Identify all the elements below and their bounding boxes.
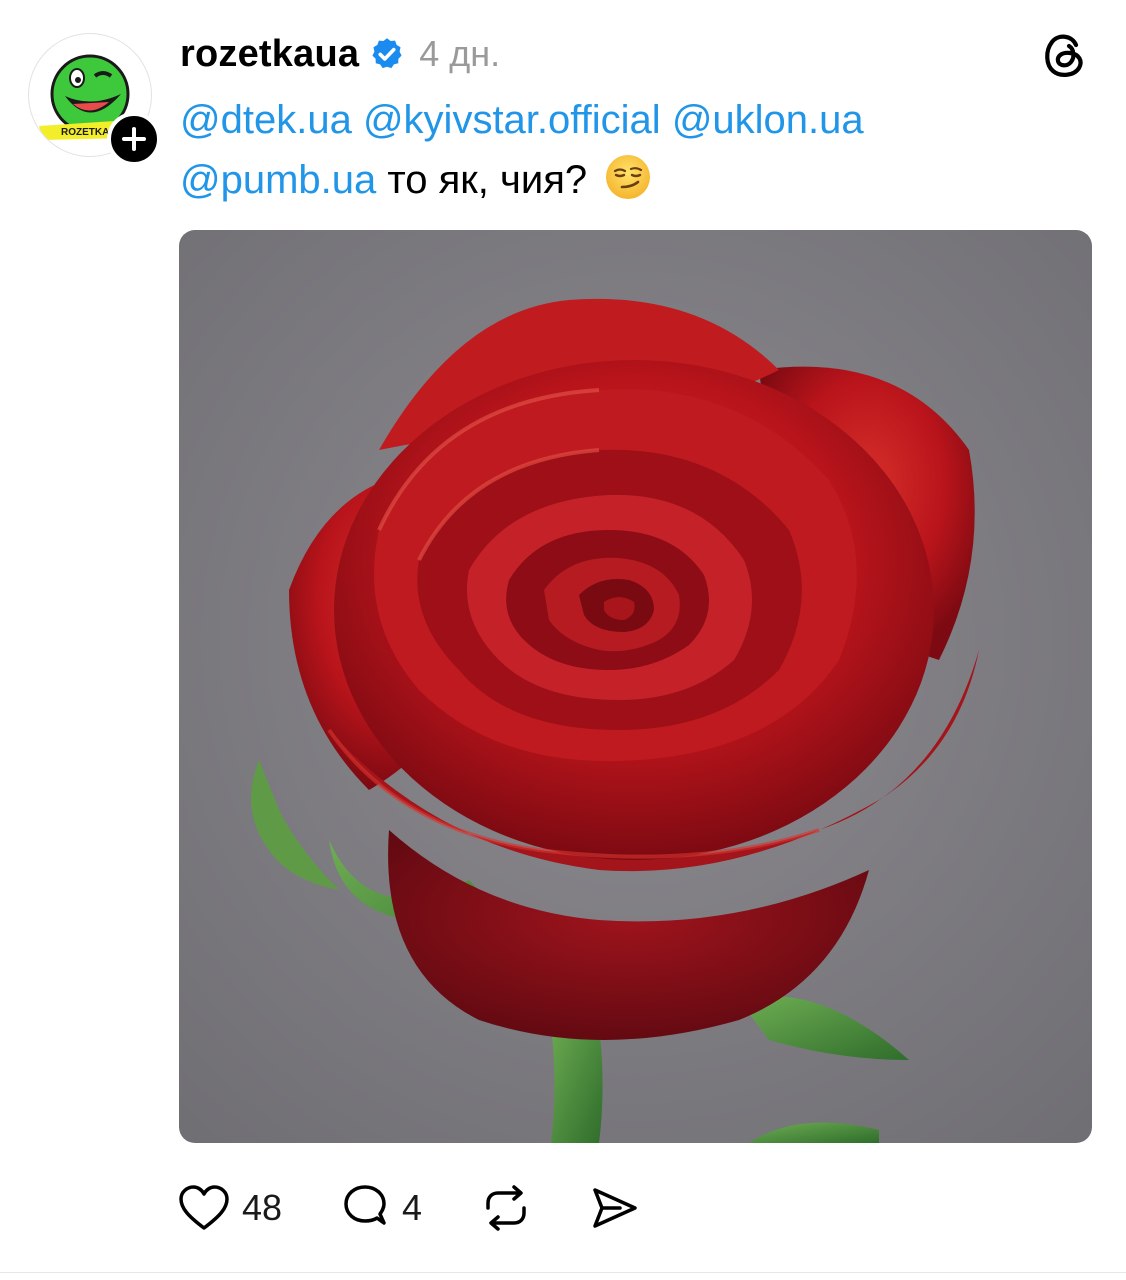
heart-icon bbox=[179, 1185, 229, 1230]
mention-dtek[interactable]: @dtek.ua bbox=[180, 98, 352, 142]
post-image[interactable] bbox=[179, 230, 1092, 1143]
repost-button[interactable] bbox=[480, 1183, 532, 1233]
share-button[interactable] bbox=[590, 1184, 640, 1232]
mention-kyivstar[interactable]: @kyivstar.official bbox=[363, 98, 661, 142]
username[interactable]: rozetkaua bbox=[180, 33, 359, 76]
comment-icon bbox=[344, 1185, 386, 1225]
post-actions: 48 4 bbox=[178, 1180, 698, 1236]
avatar-container[interactable]: ROZETKA bbox=[28, 33, 161, 166]
smirk-emoji bbox=[606, 155, 651, 199]
like-count: 48 bbox=[242, 1187, 283, 1228]
red-rose-image bbox=[179, 230, 1092, 1143]
post-body-text: то як, чия? bbox=[376, 158, 588, 202]
comment-count: 4 bbox=[402, 1187, 423, 1228]
mention-uklon[interactable]: @uklon.ua bbox=[672, 98, 864, 142]
verified-badge-icon bbox=[372, 38, 402, 69]
plus-icon bbox=[122, 127, 146, 151]
like-button[interactable]: 48 bbox=[178, 1184, 282, 1232]
mention-pumb[interactable]: @pumb.ua bbox=[180, 158, 376, 202]
comment-button[interactable]: 4 bbox=[340, 1183, 422, 1233]
share-icon bbox=[593, 1188, 637, 1228]
post-header: rozetkaua 4 дн. bbox=[180, 28, 500, 80]
post-time: 4 дн. bbox=[419, 33, 501, 74]
threads-logo-icon[interactable] bbox=[1042, 29, 1088, 79]
follow-button[interactable] bbox=[107, 112, 161, 166]
avatar-logo-text: ROZETKA bbox=[61, 127, 109, 138]
post-divider bbox=[0, 1272, 1126, 1273]
repost-icon bbox=[486, 1185, 526, 1231]
post-text: @dtek.ua @kyivstar.official @uklon.ua @p… bbox=[180, 90, 1080, 210]
